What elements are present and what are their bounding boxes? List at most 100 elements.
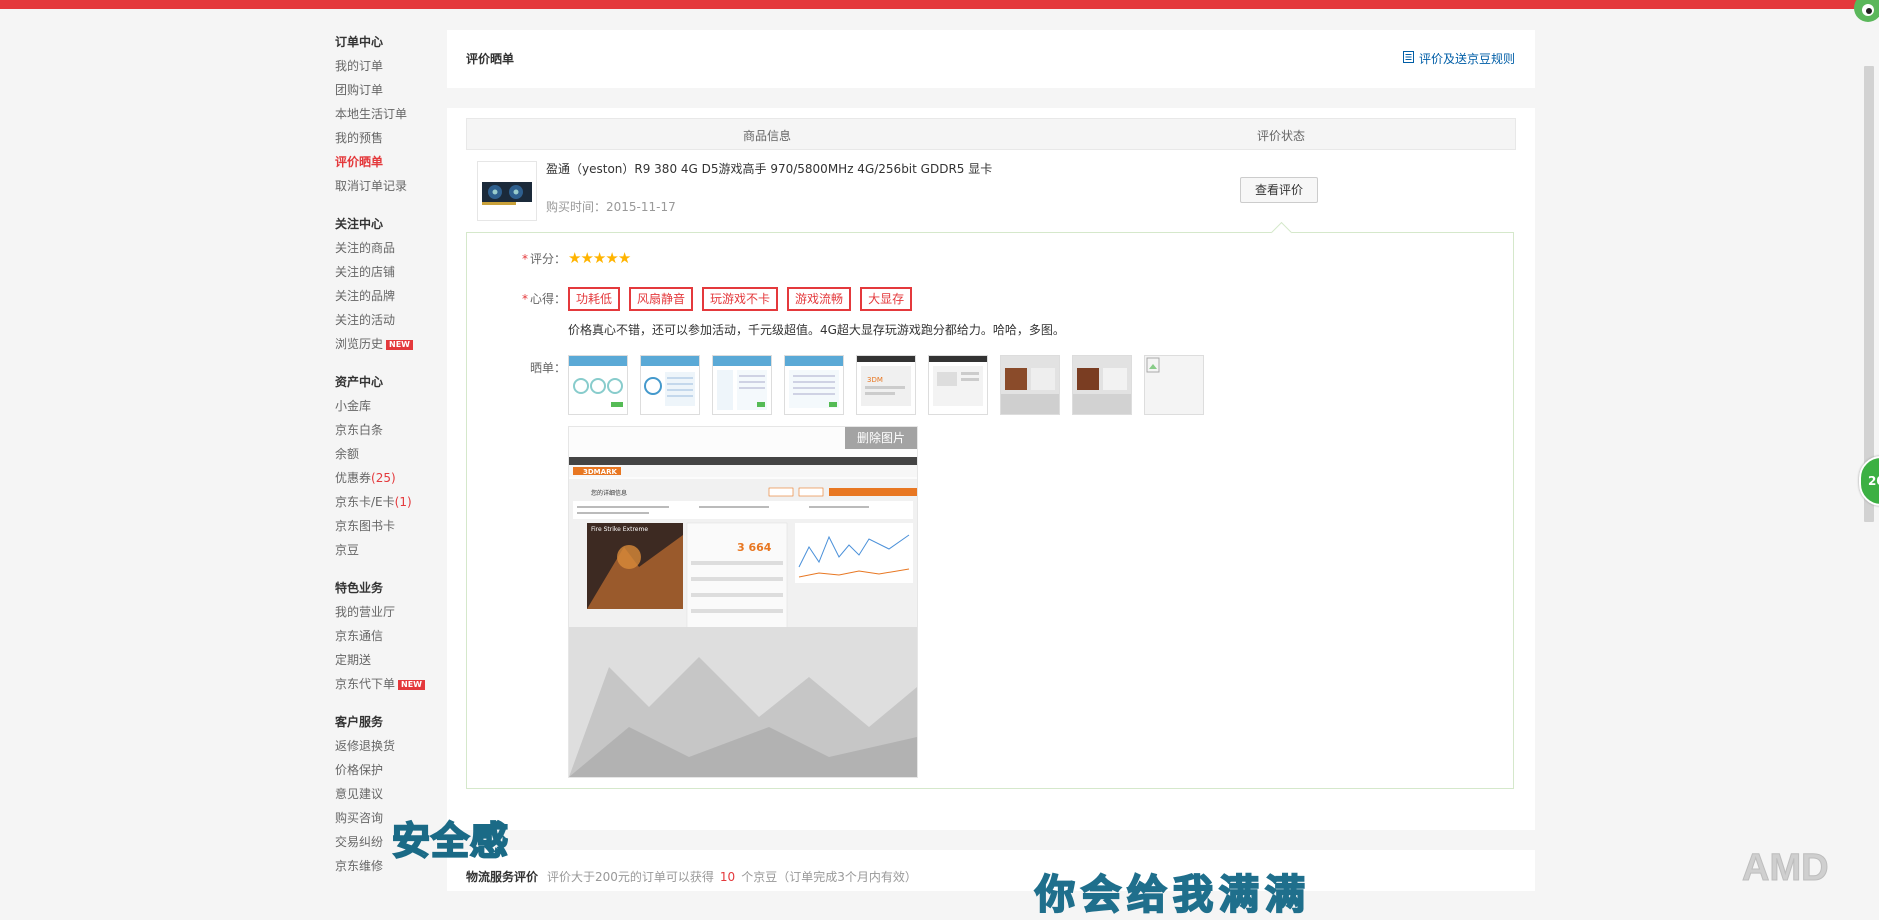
photo-thumbnail[interactable] xyxy=(1000,355,1060,415)
broken-image-thumbnail[interactable] xyxy=(1144,355,1204,415)
sidebar-item[interactable]: 京东代下单 NEW xyxy=(335,672,445,696)
sidebar-item-label: 京东卡/E卡 xyxy=(335,495,395,509)
mascot-icon[interactable] xyxy=(1842,0,1879,24)
star-icon[interactable]: ★ xyxy=(618,249,631,267)
sidebar-item[interactable]: 京东图书卡 xyxy=(335,514,445,538)
product-thumbnail[interactable] xyxy=(477,161,537,221)
sidebar-item[interactable]: 评价晒单 xyxy=(335,150,445,174)
tags-label: * 心得： xyxy=(522,290,566,307)
sidebar-item[interactable]: 返修退换货 xyxy=(335,734,445,758)
sidebar-item[interactable]: 浏览历史 NEW xyxy=(335,332,445,356)
view-review-button[interactable]: 查看评价 xyxy=(1240,177,1318,203)
purchase-time-label: 购买时间： xyxy=(546,200,607,214)
note-prefix: 评价大于200元的订单可以获得 xyxy=(547,870,714,884)
nav-group-title: 资产中心 xyxy=(335,375,384,389)
sidebar-item[interactable]: 关注的品牌 xyxy=(335,284,445,308)
sidebar-item-label: 关注的商品 xyxy=(335,241,396,255)
review-tag[interactable]: 风扇静音 xyxy=(629,287,694,311)
sidebar-item[interactable]: 京东白条 xyxy=(335,418,445,442)
review-tag[interactable]: 玩游戏不卡 xyxy=(702,287,779,311)
new-badge: NEW xyxy=(386,340,413,350)
product-name-link[interactable]: 盈通（yeston）R9 380 4G D5游戏高手 970/5800MHz 4… xyxy=(546,160,1066,177)
column-header-review-status: 评价状态 xyxy=(1257,129,1306,143)
nav-group: 资产中心 小金库 京东白条 余额 优惠券(25) 京东卡/E卡(1) 京东图书卡 京豆 xyxy=(335,370,445,562)
sidebar-item-count: (1) xyxy=(394,495,412,509)
sidebar-item-label: 关注的活动 xyxy=(335,313,396,327)
photo-thumbnail[interactable] xyxy=(568,355,628,415)
sidebar-item[interactable]: 我的预售 xyxy=(335,126,445,150)
sidebar-item-label: 我的营业厅 xyxy=(335,605,396,619)
review-tag[interactable]: 游戏流畅 xyxy=(787,287,852,311)
star-rating: ★★★★★ xyxy=(568,249,631,267)
photo-thumbnail[interactable]: 3DM xyxy=(856,355,916,415)
star-icon[interactable]: ★ xyxy=(580,249,593,267)
sidebar-item[interactable]: 京东通信 xyxy=(335,624,445,648)
sidebar-item-label: 本地生活订单 xyxy=(335,107,408,121)
sidebar-item[interactable]: 我的营业厅 xyxy=(335,600,445,624)
review-tag[interactable]: 功耗低 xyxy=(568,287,621,311)
photos-label: 晒单： xyxy=(530,361,567,375)
preview-brand: 3DMARK xyxy=(583,468,617,476)
tag-list: 功耗低 风扇静音 玩游戏不卡 游戏流畅 大显存 xyxy=(568,287,913,311)
sidebar-item[interactable]: 本地生活订单 xyxy=(335,102,445,126)
sidebar-item[interactable]: 余额 xyxy=(335,442,445,466)
sidebar-item-label: 关注的品牌 xyxy=(335,289,396,303)
sidebar-item-label: 京东白条 xyxy=(335,423,384,437)
required-mark: * xyxy=(522,252,528,266)
review-text: 价格真心不错，还可以参加活动，千元级超值。4G超大显存玩游戏跑分都给力。哈哈，多… xyxy=(568,323,1065,337)
sidebar-item[interactable]: 价格保护 xyxy=(335,758,445,782)
table-header: 商品信息 评价状态 xyxy=(466,118,1516,150)
sidebar-nav: 订单中心 我的订单 团购订单 本地生活订单 我的预售 评价晒单 取消订单记录 关注中心 关注的商… xyxy=(335,30,445,892)
new-badge: NEW xyxy=(398,680,425,690)
sidebar-item-label: 价格保护 xyxy=(335,763,384,777)
logistics-review-note: 评价大于200元的订单可以获得 10 个京豆（订单完成3个月内有效） xyxy=(547,868,917,885)
sidebar-item-label: 余额 xyxy=(335,447,360,461)
beans-count: 10 xyxy=(719,870,736,884)
star-icon[interactable]: ★ xyxy=(593,249,606,267)
nav-group: 特色业务我的营业厅京东通信 定期送 京东代下单 NEW xyxy=(335,576,445,696)
preview-test-name: Fire Strike Extreme xyxy=(591,526,648,533)
nav-group: 订单中心我的订单 团购订单本地生活订单 我的预售评价晒单 取消订单记录 xyxy=(335,30,445,198)
logistics-review-panel: 物流服务评价 评价大于200元的订单可以获得 10 个京豆（订单完成3个月内有效） xyxy=(447,850,1535,891)
nav-group-title: 订单中心 xyxy=(335,35,384,49)
nav-group-title: 特色业务 xyxy=(335,581,384,595)
sidebar-item[interactable]: 意见建议 xyxy=(335,782,445,806)
sidebar-item[interactable]: 定期送 xyxy=(335,648,445,672)
star-icon[interactable]: ★ xyxy=(605,249,618,267)
photo-thumbnail[interactable] xyxy=(640,355,700,415)
sidebar-item[interactable]: 优惠券(25) xyxy=(335,466,445,490)
sidebar-item-label: 我的预售 xyxy=(335,131,384,145)
purchase-time-value: 2015-11-17 xyxy=(606,200,676,214)
floating-widget[interactable]: 20 xyxy=(1859,456,1879,506)
benchmark-screenshot: 3DMARK 您的详细信息 Fire Strike Extreme 3 664 xyxy=(569,457,917,777)
sidebar-item[interactable]: 京东卡/E卡(1) xyxy=(335,490,445,514)
page-scrollbar[interactable] xyxy=(1864,66,1874,522)
sidebar-item-label: 关注的店铺 xyxy=(335,265,396,279)
review-tag[interactable]: 大显存 xyxy=(860,287,913,311)
sidebar-item[interactable]: 关注的店铺 xyxy=(335,260,445,284)
column-header-product-info: 商品信息 xyxy=(743,129,792,143)
sidebar-item-label: 返修退换货 xyxy=(335,739,396,753)
delete-image-button[interactable]: 删除图片 xyxy=(845,427,917,449)
sidebar-item[interactable]: 关注的活动 xyxy=(335,308,445,332)
rules-link[interactable]: 评价及送京豆规则 xyxy=(1402,50,1515,67)
product-row: 盈通（yeston）R9 380 4G D5游戏高手 970/5800MHz 4… xyxy=(466,150,1514,232)
star-icon[interactable]: ★ xyxy=(568,249,581,267)
video-caption-1: 安全感 xyxy=(391,818,510,864)
sidebar-item-count: (25) xyxy=(371,471,396,485)
review-panel: 商品信息 评价状态 盈通（yeston）R9 380 4G D5游戏高手 970… xyxy=(447,108,1535,830)
sidebar-item[interactable]: 我的订单 xyxy=(335,54,445,78)
photo-thumbnail[interactable] xyxy=(928,355,988,415)
sidebar-item[interactable]: 京豆 xyxy=(335,538,445,562)
sidebar-item[interactable]: 关注的商品 xyxy=(335,236,445,260)
photo-thumbnail[interactable] xyxy=(712,355,772,415)
sidebar-item[interactable]: 取消订单记录 xyxy=(335,174,445,198)
header-panel: 评价晒单 评价及送京豆规则 xyxy=(447,30,1535,88)
nav-group-title: 客户服务 xyxy=(335,715,384,729)
photo-thumbnail[interactable] xyxy=(1072,355,1132,415)
sidebar-item-label: 意见建议 xyxy=(335,787,384,801)
sidebar-item[interactable]: 小金库 xyxy=(335,394,445,418)
photo-preview: 3DMARK 您的详细信息 Fire Strike Extreme 3 664 xyxy=(568,426,918,778)
sidebar-item[interactable]: 团购订单 xyxy=(335,78,445,102)
photo-thumbnail[interactable] xyxy=(784,355,844,415)
